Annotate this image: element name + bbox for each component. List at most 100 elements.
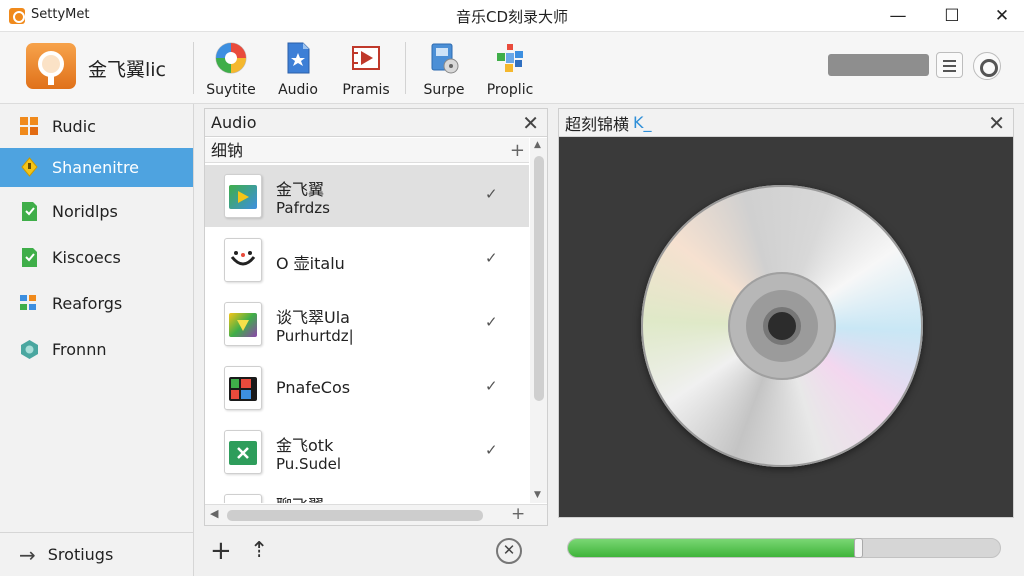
sidebar-item-label: Noridlps [52, 202, 118, 221]
image-file-icon [224, 302, 262, 346]
list-item[interactable]: 金飞翼 Pafrdzs ✓ [205, 165, 529, 227]
preview-pane-header: 超刻锦横 K_ ✕ [559, 109, 1013, 137]
audio-file-icon [287, 42, 310, 74]
audio-pane: Audio ✕ 细钠 + 金飞翼 Pafrdzs ✓ O 壶italu ✓ 谈飞… [204, 108, 548, 526]
video-file-icon [224, 366, 262, 410]
sidebar-item-shanenitre[interactable]: Shanenitre [0, 148, 193, 187]
sidebar-item-label: Reaforgs [52, 294, 123, 313]
list-item[interactable]: 聊飞翼 [205, 485, 529, 503]
maximize-button[interactable]: ☐ [930, 0, 974, 32]
sidebar-item-kiscoecs[interactable]: Kiscoecs [0, 238, 193, 277]
green-file-icon [22, 202, 37, 221]
toolbar-button-audio[interactable]: Audio [266, 38, 330, 100]
disc-hole [763, 307, 801, 345]
sidebar-item-rudic[interactable]: Rudic [0, 107, 193, 146]
sidebar-item-label: Rudic [52, 117, 96, 136]
brand-name: 金飞翼lic [88, 59, 167, 81]
audio-file-icon [224, 174, 262, 218]
help-button[interactable] [973, 52, 1001, 80]
arrow-right-icon: → [19, 542, 36, 567]
scroll-up-icon[interactable]: ▲ [534, 140, 541, 150]
brand-logo-icon [26, 43, 76, 89]
audio-pane-header: Audio ✕ [205, 109, 547, 137]
file-name: PnafeCos [276, 378, 351, 397]
search-input[interactable] [828, 54, 929, 76]
progress-fill [568, 539, 859, 557]
blocks-icon [20, 295, 36, 310]
check-icon[interactable]: ✓ [485, 185, 498, 203]
preview-cursor: K_ [633, 113, 652, 132]
title-bar: SettyMet 音乐CD刻录大师 — ☐ ✕ [0, 0, 1024, 32]
list-item[interactable]: 金飞otk Pu.Sudel ✓ [205, 421, 529, 483]
scroll-down-icon[interactable]: ▼ [534, 490, 541, 500]
file-icon [224, 494, 262, 503]
list-actions: + ⇡ ✕ [204, 530, 548, 576]
disc-preview [559, 137, 1013, 517]
toolbar-button-label: Pramis [342, 82, 390, 98]
add-icon[interactable]: + [511, 504, 525, 524]
list-item[interactable]: 谈飞翠Ula Purhurtdz| ✓ [205, 293, 529, 355]
sidebar-item-noridlps[interactable]: Noridlps [0, 192, 193, 231]
menu-button[interactable] [936, 52, 963, 78]
spreadsheet-file-icon [224, 430, 262, 474]
preview-pane: 超刻锦横 K_ ✕ [558, 108, 1014, 518]
filter-row[interactable]: 细钠 + [205, 138, 529, 163]
close-window-button[interactable]: ✕ [980, 0, 1024, 32]
sidebar-item-reaforgs[interactable]: Reaforgs [0, 284, 193, 323]
grid-icon [20, 117, 38, 135]
sidebar-item-label: Shanenitre [52, 158, 140, 177]
close-pane-button[interactable]: ✕ [522, 111, 539, 135]
green-file-icon [22, 248, 37, 267]
toolbar-button-label: Proplic [486, 82, 534, 98]
file-name: 金飞翼 [276, 180, 325, 199]
horizontal-scrollbar[interactable]: ◀ + [205, 504, 547, 525]
disk-copy-icon [431, 43, 459, 74]
file-subtitle: Purhurtdz| [276, 327, 354, 345]
toolbar-divider [193, 42, 194, 94]
window-title: 音乐CD刻录大师 [455, 8, 569, 26]
toolbar-button-suytite[interactable]: Suytite [199, 38, 263, 100]
toolbar-button-label: Surpe [423, 82, 465, 98]
vertical-scrollbar[interactable]: ▲ ▼ [530, 138, 547, 503]
close-preview-button[interactable]: ✕ [988, 111, 1005, 135]
settings-link[interactable]: → Srotiugs [0, 532, 193, 576]
cancel-button[interactable]: ✕ [496, 538, 522, 564]
disc-inner-ring [746, 290, 818, 362]
check-icon[interactable]: ✓ [485, 441, 498, 459]
preview-pane-title: 超刻锦横 [565, 114, 630, 134]
toolbar-button-label: Audio [278, 82, 318, 98]
disc-hub [728, 272, 836, 380]
sidebar: Rudic Shanenitre Noridlps Kiscoecs Reafo… [0, 104, 194, 576]
file-name: O 壶italu [276, 254, 345, 273]
face-file-icon [224, 238, 262, 282]
progress-handle[interactable] [853, 538, 863, 558]
file-subtitle: Pu.Sudel [276, 455, 342, 473]
check-icon[interactable]: ✓ [485, 377, 498, 395]
upload-button[interactable]: ⇡ [250, 538, 268, 563]
list-item[interactable]: PnafeCos ✓ [205, 357, 529, 419]
sidebar-item-fronnn[interactable]: Fronnn [0, 330, 193, 369]
list-item[interactable]: O 壶italu ✓ [205, 229, 529, 291]
scroll-left-icon[interactable]: ◀ [210, 507, 218, 520]
add-button[interactable]: + [210, 536, 232, 566]
toolbar-button-surpe[interactable]: Surpe [412, 38, 476, 100]
check-icon[interactable]: ✓ [485, 313, 498, 331]
lightbulb-icon [21, 157, 38, 177]
cd-disc-icon [641, 185, 923, 467]
scrollbar-thumb[interactable] [227, 510, 483, 521]
progress-bar [567, 538, 1001, 558]
file-name: 谈飞翠Ula [276, 308, 350, 327]
burn-progress [558, 520, 1014, 576]
minimize-button[interactable]: — [876, 0, 920, 32]
globe-icon [21, 340, 38, 359]
sidebar-item-label: Kiscoecs [52, 248, 121, 267]
toolbar-button-pramis[interactable]: Pramis [334, 38, 398, 100]
scrollbar-thumb[interactable] [534, 156, 544, 401]
filter-label: 细钠 [211, 141, 244, 160]
sidebar-item-label: Fronnn [52, 340, 107, 359]
add-filter-button[interactable]: + [510, 138, 525, 163]
toolbar-button-label: Suytite [206, 82, 256, 98]
file-name: 聊飞翼 [276, 492, 324, 503]
toolbar-button-proplic[interactable]: Proplic [478, 38, 542, 100]
check-icon[interactable]: ✓ [485, 249, 498, 267]
